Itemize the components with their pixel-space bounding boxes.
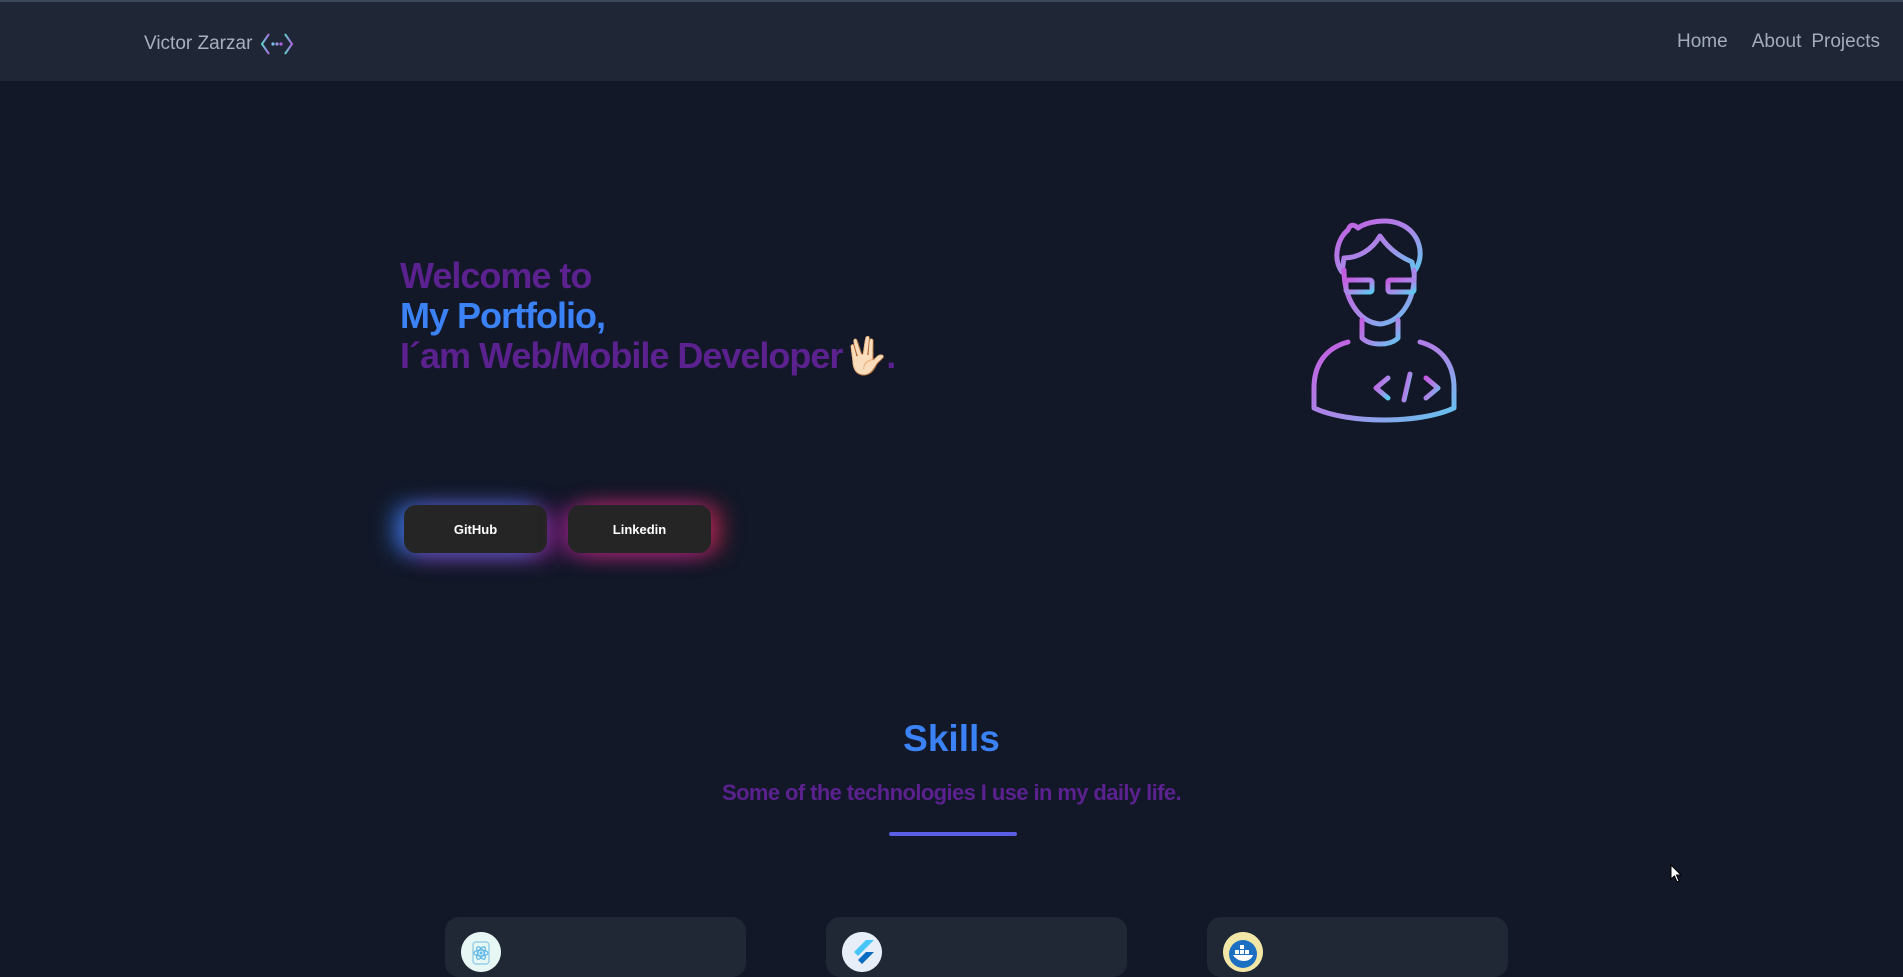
linkedin-button[interactable]: Linkedin (568, 505, 711, 553)
developer-avatar-icon (1311, 218, 1457, 423)
top-navbar: Victor Zarzar Home About Projects (0, 0, 1903, 81)
react-icon (461, 932, 501, 972)
main-nav: Home About Projects (1653, 31, 1880, 53)
brand[interactable]: Victor Zarzar (144, 31, 294, 57)
hero-line-welcome: Welcome to (400, 255, 592, 296)
hero-developer-text: I´am Web/Mobile Developer (400, 335, 843, 376)
github-button[interactable]: GitHub (404, 505, 547, 553)
hero-line-period: . (886, 335, 896, 376)
skills-title: Skills (903, 718, 1000, 759)
flutter-icon (842, 932, 882, 972)
hero-heading: Welcome to My Portfolio, I´am Web/Mobile… (400, 255, 896, 376)
skill-card-flutter[interactable] (826, 917, 1127, 977)
nav-about-link[interactable]: About (1752, 31, 1802, 53)
hero-line-portfolio: My Portfolio, (400, 295, 606, 336)
skill-card-react[interactable] (445, 917, 746, 977)
hero-line-developer: I´am Web/Mobile Developer🖖🏻. (400, 335, 896, 376)
code-brackets-icon (261, 33, 294, 55)
skills-divider (889, 832, 1017, 836)
nav-home-link[interactable]: Home (1677, 31, 1728, 53)
nav-projects-link[interactable]: Projects (1811, 31, 1880, 53)
mouse-cursor-icon (1670, 864, 1683, 883)
skill-card-docker[interactable] (1207, 917, 1508, 977)
brand-name: Victor Zarzar (144, 33, 253, 54)
vulcan-salute-emoji: 🖖🏻 (842, 335, 887, 376)
skills-subtitle: Some of the technologies I use in my dai… (722, 780, 1182, 805)
docker-icon (1223, 932, 1263, 972)
